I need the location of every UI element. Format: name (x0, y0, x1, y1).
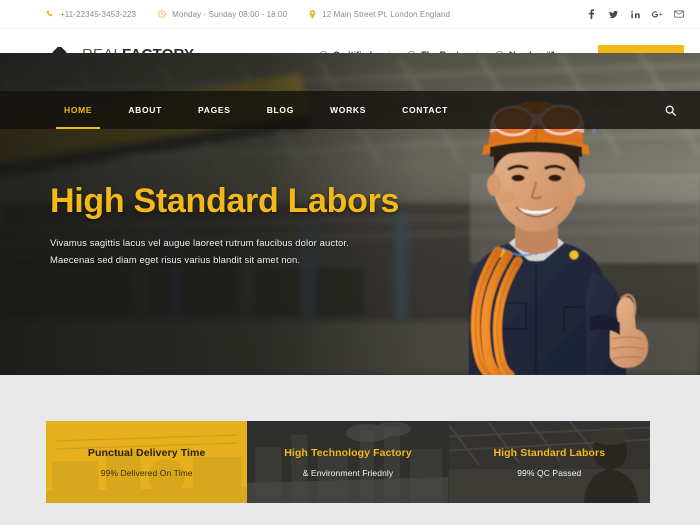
feature-box-technology[interactable]: High Technology Factory & Environment Fr… (247, 421, 449, 503)
hero-subtitle-line-1: Vivamus sagittis lacus vel augue laoreet… (50, 238, 349, 250)
feature-subtitle: 99% QC Passed (517, 467, 582, 478)
topbar-address-text: 12 Main Street Pt. London England (322, 9, 450, 19)
topbar-address: 12 Main Street Pt. London England (309, 9, 450, 19)
feature-subtitle: 99% Delivered On Time (100, 467, 193, 478)
feature-box-labors[interactable]: High Standard Labors 99% QC Passed (448, 421, 650, 503)
nav-items: HOME ABOUT PAGES BLOG WORKS CONTACT (46, 91, 466, 129)
feature-title: High Standard Labors (493, 446, 606, 459)
nav-item-blog[interactable]: BLOG (249, 91, 312, 129)
search-icon[interactable] (665, 105, 684, 116)
nav-item-home[interactable]: HOME (46, 91, 110, 129)
email-icon[interactable] (674, 8, 684, 20)
feature-boxes: Punctual Delivery Time 99% Delivered On … (46, 421, 650, 503)
page-root: +11-22345-3453-223 Monday - Sunday 08:00… (0, 0, 700, 525)
hero-text-block: High Standard Labors Vivamus sagittis la… (50, 182, 400, 270)
main-navigation: HOME ABOUT PAGES BLOG WORKS CONTACT (0, 91, 700, 129)
feature-title: Punctual Delivery Time (87, 446, 206, 459)
topbar-hours: Monday - Sunday 08:00 - 18:00 (158, 10, 287, 19)
location-pin-icon (309, 9, 316, 19)
twitter-icon[interactable] (608, 8, 618, 20)
hero-subtitle-line-2: Maecenas sed diam eget risus varius blan… (50, 255, 301, 267)
nav-item-pages[interactable]: PAGES (180, 91, 249, 129)
nav-item-works[interactable]: WORKS (312, 91, 384, 129)
top-info-bar: +11-22345-3453-223 Monday - Sunday 08:00… (0, 0, 700, 28)
topbar-phone-text: +11-22345-3453-223 (60, 9, 137, 19)
facebook-icon[interactable] (586, 8, 596, 20)
phone-icon (46, 10, 54, 18)
topbar-hours-text: Monday - Sunday 08:00 - 18:00 (172, 9, 288, 19)
feature-content: High Technology Factory & Environment Fr… (284, 447, 412, 478)
feature-content: High Standard Labors 99% QC Passed (493, 447, 605, 478)
googleplus-icon[interactable] (652, 8, 662, 20)
nav-item-contact[interactable]: CONTACT (384, 91, 466, 129)
feature-title: High Technology Factory (284, 446, 412, 459)
hero-subtitle: Vivamus sagittis lacus vel augue laoreet… (50, 236, 399, 269)
hero-title: High Standard Labors (50, 182, 400, 220)
nav-item-about[interactable]: ABOUT (110, 91, 180, 129)
clock-icon (158, 10, 166, 18)
feature-box-delivery[interactable]: Punctual Delivery Time 99% Delivered On … (46, 421, 248, 503)
feature-content: Punctual Delivery Time 99% Delivered On … (88, 447, 206, 478)
social-links (586, 8, 684, 20)
linkedin-icon[interactable] (630, 8, 640, 20)
topbar-phone[interactable]: +11-22345-3453-223 (46, 10, 136, 19)
feature-subtitle: & Environment Friednly (302, 467, 394, 478)
